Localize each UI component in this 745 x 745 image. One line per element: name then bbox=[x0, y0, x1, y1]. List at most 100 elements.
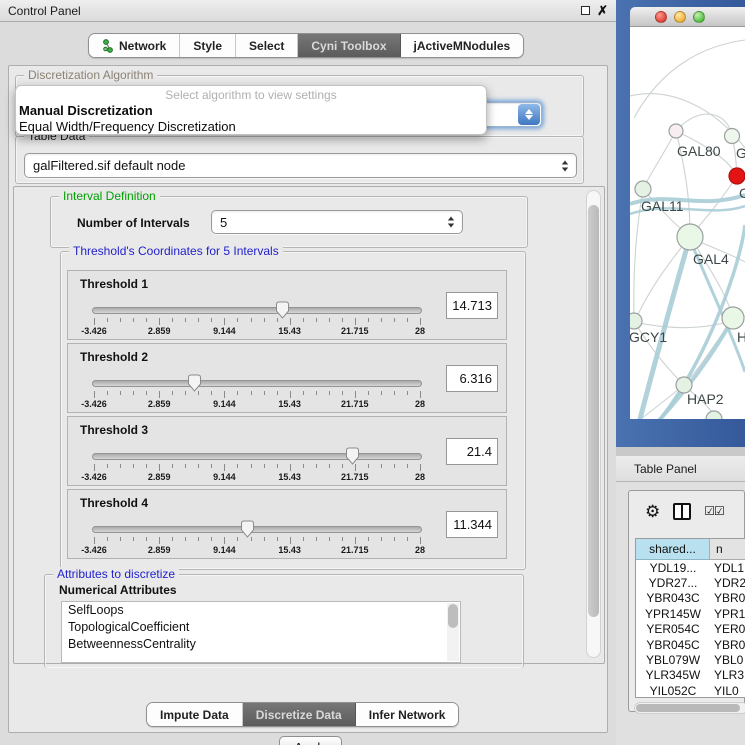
table-row[interactable]: YDR27...YDR2 bbox=[636, 575, 745, 590]
tab-style[interactable]: Style bbox=[180, 34, 236, 57]
table-horizontal-scrollbar[interactable] bbox=[634, 702, 745, 714]
close-window-icon[interactable] bbox=[655, 11, 667, 23]
combo-stepper-icon[interactable] bbox=[518, 104, 540, 125]
threshold-value-field[interactable]: 14.713 bbox=[446, 292, 498, 319]
slider-ticks bbox=[92, 391, 422, 398]
slider-thumb-icon[interactable] bbox=[275, 301, 290, 319]
threshold-slider[interactable] bbox=[92, 307, 422, 314]
settings-scroll-panel: Interval Definition Number of Intervals … bbox=[13, 186, 605, 664]
table-row[interactable]: YER054CYER0 bbox=[636, 622, 745, 637]
table-data-group: Table Data galFiltered.sif default node bbox=[15, 136, 584, 184]
zoom-window-icon[interactable] bbox=[693, 11, 705, 23]
apply-button[interactable]: Apply bbox=[279, 736, 342, 745]
tab-network[interactable]: Network bbox=[89, 34, 180, 57]
table-header: shared... n bbox=[636, 539, 745, 560]
node-label: GAL4 bbox=[693, 251, 729, 267]
node-label: GCY1 bbox=[630, 329, 667, 345]
threshold-panel-1: Threshold 1-3.4262.8599.14415.4321.71528… bbox=[67, 270, 507, 340]
table-row[interactable]: YDL19...YDL1 bbox=[636, 560, 745, 575]
table-panel-box: ⚙ ☑☑ shared... n YDL19...YDL1YDR27...YDR… bbox=[628, 490, 745, 712]
table-row[interactable]: YLR345WYLR3 bbox=[636, 668, 745, 683]
slider-thumb-icon[interactable] bbox=[345, 447, 360, 465]
network-view-window[interactable]: GAL80GACGAL11GAL4GCY1HHAP2 bbox=[616, 0, 745, 447]
select-columns-icon[interactable]: ☑☑ bbox=[704, 504, 724, 518]
threshold-value-field[interactable]: 11.344 bbox=[446, 511, 498, 538]
table-row[interactable]: YPR145WYPR1 bbox=[636, 606, 745, 621]
threshold-value-field[interactable]: 6.316 bbox=[446, 365, 498, 392]
control-panel-titlebar: Control Panel ✗ bbox=[0, 0, 616, 22]
column-header-name[interactable]: n bbox=[710, 539, 745, 560]
tab-cyni-toolbox[interactable]: Cyni Toolbox bbox=[298, 34, 400, 57]
attribute-list-item[interactable]: TopologicalCoefficient bbox=[62, 619, 460, 636]
table-scrollbar-thumb[interactable] bbox=[636, 704, 740, 712]
network-window-titlebar[interactable] bbox=[630, 7, 745, 27]
network-node[interactable] bbox=[630, 313, 642, 329]
split-columns-icon[interactable] bbox=[673, 503, 691, 520]
list-scrollbar[interactable] bbox=[447, 603, 459, 661]
network-node[interactable] bbox=[677, 224, 703, 250]
node-label: GAL11 bbox=[641, 198, 684, 214]
float-window-icon[interactable] bbox=[581, 6, 590, 15]
dropdown-item-manual-discretization[interactable]: Manual Discretization bbox=[16, 103, 486, 119]
numerical-attributes-label: Numerical Attributes bbox=[59, 583, 177, 597]
network-canvas[interactable]: GAL80GACGAL11GAL4GCY1HHAP2 bbox=[630, 27, 745, 419]
thresholds-title: Threshold's Coordinates for 5 Intervals bbox=[69, 244, 283, 258]
combo-stepper-icon[interactable] bbox=[447, 216, 455, 228]
table-panel-titlebar: Table Panel bbox=[616, 456, 745, 482]
table-row[interactable]: YIL052CYIL0 bbox=[636, 683, 745, 698]
combo-stepper-icon[interactable] bbox=[561, 160, 569, 172]
threshold-label: Threshold 4 bbox=[80, 496, 148, 510]
tab-select[interactable]: Select bbox=[236, 34, 298, 57]
threshold-panel-4: Threshold 4-3.4262.8599.14415.4321.71528… bbox=[67, 489, 507, 559]
tab-jactivemnodules[interactable]: jActiveMNodules bbox=[401, 34, 524, 57]
network-node[interactable] bbox=[669, 124, 683, 138]
slider-thumb-icon[interactable] bbox=[240, 520, 255, 538]
network-node[interactable] bbox=[706, 411, 722, 419]
attribute-list-item[interactable]: SelfLoops bbox=[62, 602, 460, 619]
table-row[interactable]: YBR045CYBR0 bbox=[636, 637, 745, 652]
threshold-slider[interactable] bbox=[92, 526, 422, 533]
table-data-value: galFiltered.sif default node bbox=[33, 158, 185, 173]
network-node[interactable] bbox=[729, 168, 745, 184]
attribute-list-item[interactable]: BetweennessCentrality bbox=[62, 636, 460, 653]
algorithm-dropdown-popup: Select algorithm to view settings Manual… bbox=[15, 85, 487, 135]
network-graph: GAL80GACGAL11GAL4GCY1HHAP2 bbox=[630, 27, 745, 419]
node-label: H bbox=[737, 329, 745, 345]
bottom-tab-discretize-data[interactable]: Discretize Data bbox=[243, 703, 356, 726]
control-panel-title: Control Panel bbox=[8, 4, 81, 18]
close-panel-icon[interactable]: ✗ bbox=[597, 6, 608, 16]
threshold-label: Threshold 2 bbox=[80, 350, 148, 364]
table-row[interactable]: YBR043CYBR0 bbox=[636, 591, 745, 606]
table-row[interactable]: YBL079WYBL0 bbox=[636, 652, 745, 667]
control-panel-tabstrip: NetworkStyleSelectCyni ToolboxjActiveMNo… bbox=[88, 33, 524, 58]
table-panel-title: Table Panel bbox=[634, 462, 697, 476]
gear-icon[interactable]: ⚙ bbox=[645, 503, 660, 520]
threshold-value-field[interactable]: 21.4 bbox=[446, 438, 498, 465]
network-node[interactable] bbox=[635, 181, 651, 197]
number-of-intervals-label: Number of Intervals bbox=[77, 216, 190, 230]
network-node[interactable] bbox=[722, 307, 744, 329]
threshold-slider[interactable] bbox=[92, 453, 422, 460]
dropdown-item-equal-width[interactable]: Equal Width/Frequency Discretization bbox=[16, 119, 486, 135]
minimize-window-icon[interactable] bbox=[674, 11, 686, 23]
slider-tick-labels: -3.4262.8599.14415.4321.71528 bbox=[92, 399, 422, 410]
number-of-intervals-value: 5 bbox=[220, 215, 227, 230]
table-data-combobox[interactable]: galFiltered.sif default node bbox=[24, 153, 577, 178]
numerical-attributes-list[interactable]: SelfLoopsTopologicalCoefficientBetweenne… bbox=[61, 601, 461, 663]
control-panel-body: Discretization Algorithm Select algorith… bbox=[8, 65, 608, 733]
node-attribute-table[interactable]: shared... n YDL19...YDL1YDR27...YDR2YBR0… bbox=[635, 538, 745, 698]
slider-ticks bbox=[92, 537, 422, 544]
node-label: GA bbox=[736, 145, 745, 161]
panel-scrollbar[interactable] bbox=[586, 190, 601, 658]
screen: Control Panel ✗ NetworkStyleSelectCyni T… bbox=[0, 0, 745, 745]
threshold-slider[interactable] bbox=[92, 380, 422, 387]
network-node[interactable] bbox=[725, 129, 740, 144]
slider-thumb-icon[interactable] bbox=[187, 374, 202, 392]
panel-scrollbar-thumb[interactable] bbox=[588, 205, 599, 617]
column-header-shared-name[interactable]: shared... bbox=[636, 539, 710, 560]
number-of-intervals-combobox[interactable]: 5 bbox=[211, 210, 463, 234]
attributes-title: Attributes to discretize bbox=[53, 567, 179, 581]
table-panel-body: ⚙ ☑☑ shared... n YDL19...YDL1YDR27...YDR… bbox=[616, 482, 745, 745]
bottom-tab-impute-data[interactable]: Impute Data bbox=[147, 703, 243, 726]
bottom-tab-infer-network[interactable]: Infer Network bbox=[356, 703, 459, 726]
